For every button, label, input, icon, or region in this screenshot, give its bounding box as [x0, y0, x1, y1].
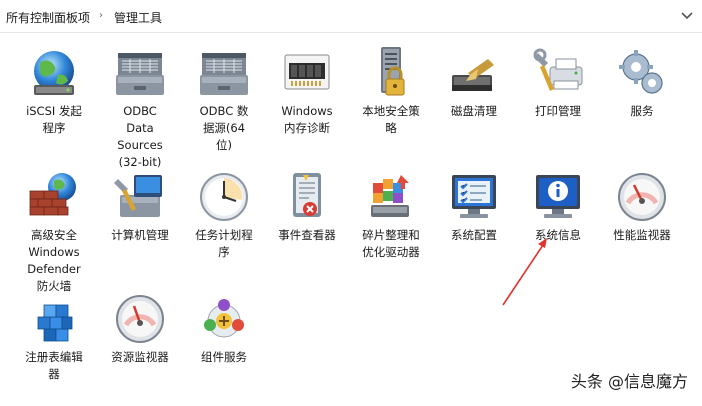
item-system-information[interactable]: 系统信息 — [518, 169, 598, 244]
item-label: 磁盘清理 — [451, 104, 497, 118]
firewall-globe-icon — [29, 173, 76, 216]
item-performance-monitor[interactable]: 性能监视器 — [602, 169, 682, 244]
item-label: ODBC Data Sources (32-bit) — [117, 104, 163, 169]
odbc-32-icon — [116, 53, 164, 95]
item-label: 系统配置 — [451, 228, 497, 242]
item-label: 服务 — [630, 104, 654, 118]
component-services-icon — [204, 299, 244, 338]
item-resource-monitor[interactable]: 资源监视器 — [100, 291, 180, 366]
item-label: Windows 内存诊断 — [281, 104, 333, 135]
breadcrumb-separator: › — [99, 10, 103, 21]
item-odbc-32[interactable]: ODBC Data Sources (32-bit) — [100, 45, 180, 171]
registry-cubes-icon — [37, 304, 73, 342]
item-label: 性能监视器 — [613, 228, 671, 242]
memory-chip-icon — [284, 54, 330, 90]
disk-cleanup-icon — [452, 59, 494, 91]
item-iscsi-initiator[interactable]: iSCSI 发起 程序 — [14, 45, 94, 137]
item-label: 资源监视器 — [111, 350, 169, 364]
server-lock-icon — [381, 47, 405, 96]
iscsi-globe-icon — [34, 51, 74, 95]
item-label: 打印管理 — [535, 104, 581, 118]
chevron-down-icon[interactable] — [678, 6, 696, 24]
item-windows-memory-diagnostic[interactable]: Windows 内存诊断 — [267, 45, 347, 137]
item-defender-firewall[interactable]: 高级安全 Windows Defender 防火墙 — [14, 169, 94, 295]
address-bar: 所有控制面板项 › 管理工具 — [0, 0, 702, 33]
item-disk-cleanup[interactable]: 磁盘清理 — [434, 45, 514, 120]
odbc-64-icon — [200, 53, 248, 95]
item-component-services[interactable]: 组件服务 — [184, 291, 264, 366]
item-label: ODBC 数 据源(64 位) — [199, 104, 249, 152]
admin-tools-grid: iSCSI 发起 程序 ODBC Data Sources (32-bit) O… — [0, 33, 702, 406]
resource-gauge-icon — [116, 295, 164, 343]
item-label: 本地安全策 略 — [362, 104, 420, 135]
item-label: 事件查看器 — [278, 228, 336, 242]
item-computer-management[interactable]: 计算机管理 — [100, 169, 180, 244]
item-odbc-64[interactable]: ODBC 数 据源(64 位) — [184, 45, 264, 154]
printer-icon — [533, 48, 583, 91]
item-label: 碎片整理和 优化驱动器 — [362, 228, 420, 259]
item-label: iSCSI 发起 程序 — [26, 104, 82, 135]
breadcrumb-control-panel[interactable]: 所有控制面板项 — [6, 9, 90, 26]
item-registry-editor[interactable]: 注册表编辑 器 — [14, 291, 94, 383]
item-system-configuration[interactable]: 系统配置 — [434, 169, 514, 244]
event-log-icon — [293, 173, 321, 217]
computer-management-icon — [114, 175, 162, 217]
item-label: 注册表编辑 器 — [25, 350, 83, 381]
item-services[interactable]: 服务 — [602, 45, 682, 120]
item-task-scheduler[interactable]: 任务计划程 序 — [184, 169, 264, 261]
item-local-security-policy[interactable]: 本地安全策 略 — [351, 45, 431, 137]
item-label: 任务计划程 序 — [195, 228, 253, 259]
performance-gauge-icon — [618, 173, 666, 221]
item-event-viewer[interactable]: 事件查看器 — [267, 169, 347, 244]
breadcrumb-admin-tools[interactable]: 管理工具 — [114, 9, 162, 26]
defrag-icon — [371, 175, 409, 217]
system-config-icon — [452, 175, 496, 218]
clock-icon — [200, 173, 248, 221]
item-label: 系统信息 — [535, 228, 581, 242]
gears-icon — [619, 50, 663, 94]
item-defrag-optimize[interactable]: 碎片整理和 优化驱动器 — [351, 169, 431, 261]
item-label: 高级安全 Windows Defender 防火墙 — [27, 228, 81, 293]
item-label: 组件服务 — [201, 350, 247, 364]
item-label: 计算机管理 — [111, 228, 169, 242]
item-print-management[interactable]: 打印管理 — [518, 45, 598, 120]
watermark-text: 头条 @信息魔方 — [570, 372, 688, 391]
system-info-icon — [536, 175, 580, 218]
